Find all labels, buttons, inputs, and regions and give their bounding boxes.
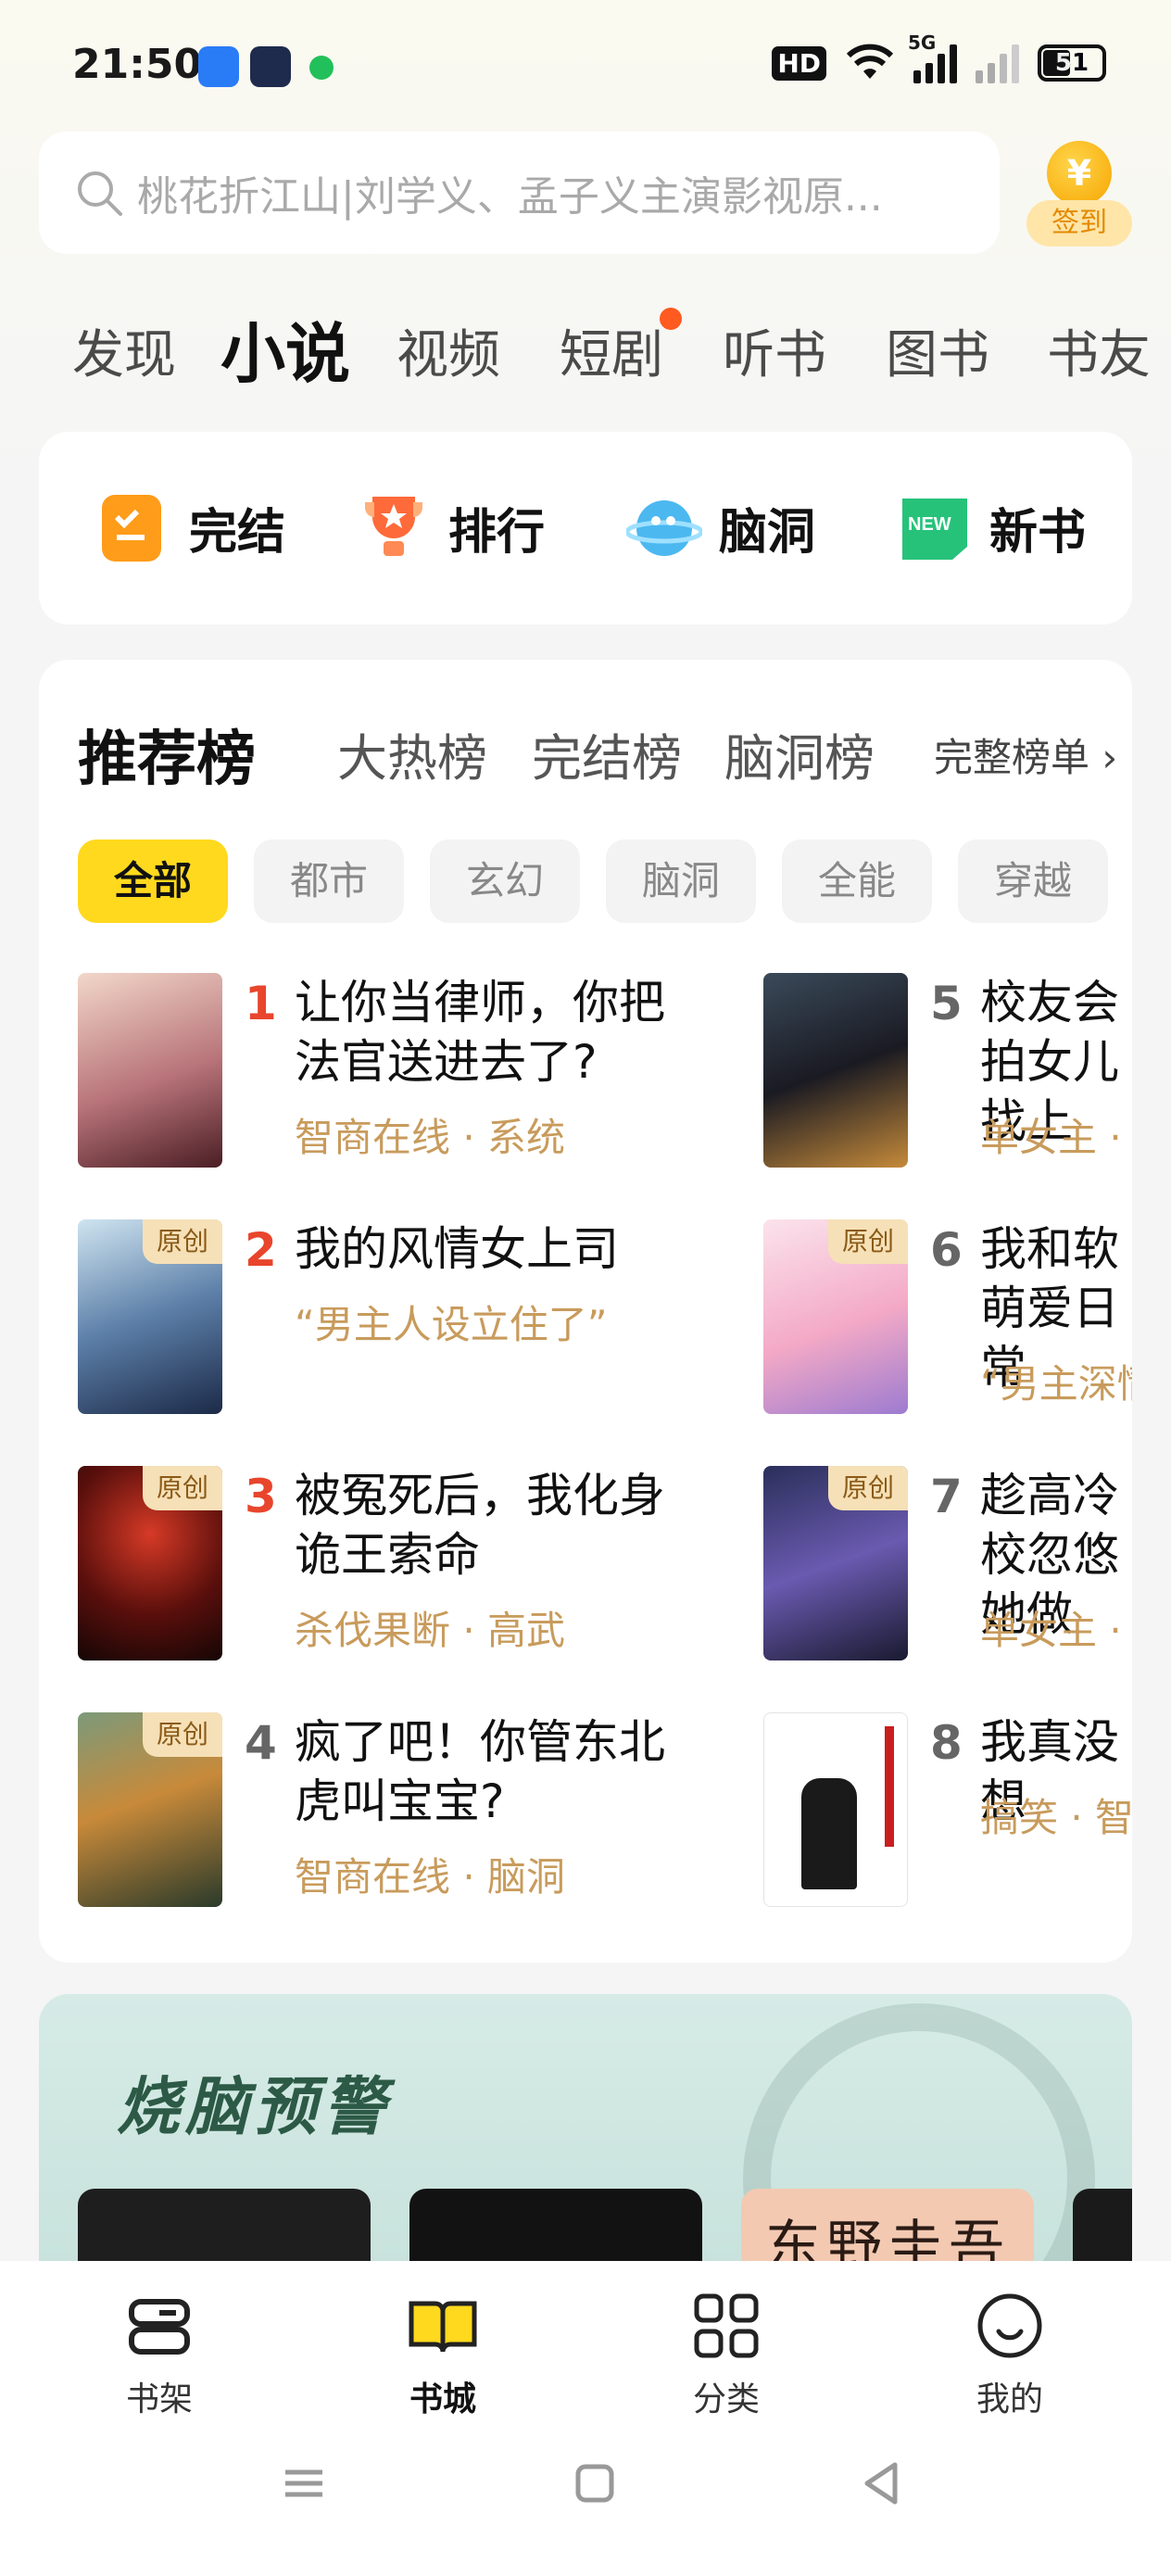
status-bar: 21:50 HD 5G 51 xyxy=(0,0,1171,139)
notification-app-icon xyxy=(198,46,239,87)
bottom-navigation: 书架 书城 分类 我的 xyxy=(0,2261,1171,2576)
nav-bookstore[interactable]: 书城 xyxy=(350,2289,535,2420)
checkin-label: 签到 xyxy=(1026,200,1132,246)
book-item[interactable]: 原创 6 我和软萌爱日常 “男主深情 xyxy=(763,1219,1132,1423)
book-cover: 原创 xyxy=(763,1219,908,1414)
svg-text:NEW: NEW xyxy=(908,514,951,535)
original-badge: 原创 xyxy=(143,1712,222,1757)
tab-books[interactable]: 图书 xyxy=(886,313,989,388)
tab-book-friends[interactable]: 书友 xyxy=(1047,313,1151,388)
checkin-button[interactable]: ¥ 签到 xyxy=(1025,139,1134,248)
original-badge: 原创 xyxy=(828,1219,908,1264)
tab-audiobook[interactable]: 听书 xyxy=(723,313,826,388)
book-tags: 智商在线 · 脑洞 xyxy=(295,1854,566,1900)
grid-icon xyxy=(694,2293,759,2358)
nav-category[interactable]: 分类 xyxy=(634,2289,819,2420)
book-cover xyxy=(78,973,222,1168)
hd-voice-icon: HD xyxy=(772,45,826,81)
notification-mail-icon xyxy=(250,46,291,87)
shortcut-completed[interactable]: 完结 xyxy=(96,489,285,565)
book-item[interactable]: 原创 3 被冤死后，我化身诡王索命 杀伐果断 · 高武 xyxy=(78,1466,745,1670)
open-book-icon xyxy=(409,2301,477,2353)
signal-secondary-icon xyxy=(976,43,1019,83)
completed-icon xyxy=(102,495,161,562)
notification-chat-icon xyxy=(309,56,334,80)
tab-brainhole-list[interactable]: 脑洞榜 xyxy=(724,717,875,790)
shortcut-brainhole[interactable]: 脑洞 xyxy=(626,489,815,565)
book-tags: “男主人设立住了” xyxy=(295,1302,608,1347)
book-item[interactable]: 原创 4 疯了吧！你管东北虎叫宝宝? 智商在线 · 脑洞 xyxy=(78,1712,745,1916)
original-badge: 原创 xyxy=(143,1466,222,1510)
book-item[interactable]: 1 让你当律师，你把法官送进去了? 智商在线 · 系统 xyxy=(78,973,745,1177)
original-badge: 原创 xyxy=(828,1466,908,1510)
search-icon xyxy=(78,171,122,216)
wifi-icon xyxy=(846,44,894,79)
smiley-profile-icon xyxy=(977,2293,1042,2358)
chip-fantasy[interactable]: 玄幻 xyxy=(430,840,580,923)
banner-book-cover[interactable] xyxy=(78,2189,371,2272)
book-title: 被冤死后，我化身诡王索命 xyxy=(295,1469,665,1582)
banner-book-cover[interactable] xyxy=(1073,2189,1132,2272)
book-tags: 搞笑 · 智 xyxy=(980,1795,1132,1840)
chip-time-travel[interactable]: 穿越 xyxy=(958,840,1108,923)
book-item[interactable]: 原创 7 趁高冷校忽悠她做 单女主 · xyxy=(763,1466,1132,1670)
tab-video[interactable]: 视频 xyxy=(397,313,500,388)
nav-profile[interactable]: 我的 xyxy=(917,2289,1102,2420)
book-cover xyxy=(763,1712,908,1907)
signal-5g-icon: 5G xyxy=(908,32,957,83)
original-badge: 原创 xyxy=(143,1219,222,1264)
planet-icon xyxy=(626,500,702,556)
new-dot-badge xyxy=(660,308,682,330)
book-cover: 原创 xyxy=(763,1466,908,1661)
banner-book-cover[interactable] xyxy=(409,2189,702,2272)
back-icon[interactable] xyxy=(854,2456,910,2511)
status-time: 21:50 xyxy=(72,41,203,88)
chip-urban[interactable]: 都市 xyxy=(254,840,404,923)
ranking-tabs: 推荐榜 大热榜 完结榜 脑洞榜 完整榜单 › xyxy=(78,717,1132,794)
chip-allround[interactable]: 全能 xyxy=(782,840,932,923)
book-tags: 智商在线 · 系统 xyxy=(295,1115,566,1160)
book-cover: 原创 xyxy=(78,1466,222,1661)
shortcut-new-books[interactable]: NEW 新书 xyxy=(897,489,1086,565)
promo-banner[interactable]: 烧脑预警 东野圭吾 xyxy=(39,1994,1132,2272)
search-placeholder: 桃花折江山|刘学义、孟子义主演影视原... xyxy=(137,173,883,221)
book-tags: 单女主 · xyxy=(980,1115,1122,1160)
book-item[interactable]: 8 我真没想 搞笑 · 智 xyxy=(763,1712,1132,1916)
tab-discover[interactable]: 发现 xyxy=(72,313,176,388)
book-tags: 杀伐果断 · 高武 xyxy=(295,1608,566,1653)
book-cover: 原创 xyxy=(78,1219,222,1414)
book-title: 疯了吧！你管东北虎叫宝宝? xyxy=(295,1715,665,1828)
home-icon[interactable] xyxy=(567,2456,623,2511)
category-chips: 全部 都市 玄幻 脑洞 全能 穿越 xyxy=(78,840,1132,925)
book-tags: “男主深情 xyxy=(980,1361,1132,1407)
menu-icon[interactable] xyxy=(276,2456,332,2511)
book-tags: 单女主 · xyxy=(980,1608,1122,1653)
shortcut-ranking[interactable]: 排行 xyxy=(356,489,545,565)
banner-book-cover[interactable]: 东野圭吾 xyxy=(741,2189,1034,2272)
tab-recommend-list[interactable]: 推荐榜 xyxy=(78,712,256,797)
tab-novel[interactable]: 小说 xyxy=(217,302,350,396)
full-list-link[interactable]: 完整榜单 › xyxy=(934,726,1117,783)
bookshelf-icon xyxy=(129,2299,190,2355)
book-title: 让你当律师，你把法官送进去了? xyxy=(295,976,665,1089)
chip-brainhole[interactable]: 脑洞 xyxy=(606,840,756,923)
book-title: 我的风情女上司 xyxy=(295,1222,619,1276)
tab-hot-list[interactable]: 大热榜 xyxy=(337,717,487,790)
book-item[interactable]: 原创 2 我的风情女上司 “男主人设立住了” xyxy=(78,1219,745,1423)
book-cover: 原创 xyxy=(78,1712,222,1907)
nav-bookshelf[interactable]: 书架 xyxy=(67,2289,252,2420)
ranking-card: 推荐榜 大热榜 完结榜 脑洞榜 完整榜单 › 全部 都市 玄幻 脑洞 全能 穿越… xyxy=(39,660,1132,1963)
tab-short-drama[interactable]: 短剧 xyxy=(560,313,663,388)
book-item[interactable]: 5 校友会拍女儿找上 单女主 · xyxy=(763,973,1132,1177)
chip-all[interactable]: 全部 xyxy=(78,840,228,923)
trophy-icon xyxy=(365,497,422,556)
new-badge-icon: NEW xyxy=(902,499,967,560)
battery-icon: 51 xyxy=(1038,44,1106,82)
book-cover xyxy=(763,973,908,1168)
coin-icon: ¥ xyxy=(1047,141,1112,206)
tab-completed-list[interactable]: 完结榜 xyxy=(532,717,682,790)
banner-title: 烧脑预警 xyxy=(117,2071,392,2144)
shortcut-card: 完结 排行 脑洞 NEW 新书 xyxy=(39,432,1132,625)
search-bar[interactable]: 桃花折江山|刘学义、孟子义主演影视原... xyxy=(39,132,1000,254)
